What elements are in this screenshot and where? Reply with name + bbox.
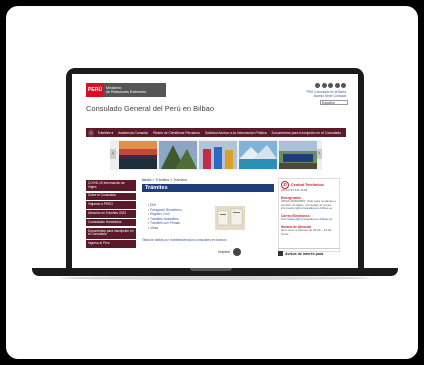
phone-number: (0034) 94 441 2245: [281, 188, 308, 192]
breadcrumb-rest: » Trámites » Trámites: [151, 178, 187, 182]
twitter-icon[interactable]: [321, 83, 327, 88]
emergency-email[interactable]: informacion@consuladoperu-bilbao.es: [281, 207, 337, 211]
nav-item-solicitud[interactable]: Solicitud Acceso a la Información Públic…: [205, 131, 267, 135]
breadcrumb: Inicio » Trámites » Trámites: [142, 178, 274, 182]
avisos-panel: Avisos de interés para: [278, 248, 340, 268]
breadcrumb-home[interactable]: Inicio: [142, 178, 151, 182]
youtube-icon[interactable]: [328, 83, 333, 88]
page-title: Trámites: [142, 184, 274, 192]
laptop-notch: [190, 268, 232, 271]
site-title: Consulado General del Perú en Bilbao: [86, 104, 215, 113]
site-header: PERÚ Ministerio de Relaciones Exteriores…: [72, 74, 358, 126]
slide-sunset[interactable]: [119, 141, 157, 169]
ministry-logo[interactable]: PERÚ Ministerio de Relaciones Exteriores: [86, 83, 166, 97]
sidebar: COVID-19 Información de Viajes Sobre el …: [86, 180, 136, 249]
main-nav: ⌂ Trámites ▾ Asistencia Consular Redes d…: [86, 128, 346, 137]
header-links: PRO Consulado en la Barra Acceso Sede Co…: [306, 90, 346, 98]
ministry-logo-text: Ministerio de Relaciones Exteriores: [104, 83, 166, 97]
sidebar-item-covid[interactable]: COVID-19 Información de Viajes: [86, 180, 136, 192]
social-icons: [315, 83, 346, 88]
hours-text: Del Lunes a Viernes de 09:00 – 13:00 hor…: [281, 227, 332, 236]
slide-machu-picchu[interactable]: [159, 141, 197, 169]
link-visas[interactable]: Visas: [148, 226, 182, 231]
website-screen: PERÚ Ministerio de Relaciones Exteriores…: [72, 74, 358, 268]
nav-item-asistencia[interactable]: Asistencia Consular: [118, 131, 148, 135]
sidebar-item-atencion[interactable]: Atención en Trámites 2023: [86, 210, 136, 218]
sidebar-item-documentos[interactable]: Documentos para inscripción en el Consul…: [86, 227, 136, 239]
tramites-links: DNI Pasaporte Biométrico Registro Civil …: [148, 203, 182, 231]
tramites-image: [215, 206, 245, 230]
peru-logo-mark: PERÚ: [86, 83, 104, 97]
flickr-icon[interactable]: [341, 83, 346, 88]
tarifas-link[interactable]: Tabla de tarifas por trámites/servicios …: [142, 238, 227, 242]
sidebar-item-honorarios[interactable]: Consulados Honorarios: [86, 218, 136, 227]
header-link-access[interactable]: Acceso Sede Consular: [306, 94, 346, 98]
nav-item-tramites[interactable]: Trámites ▾: [97, 131, 113, 135]
nav-item-redes[interactable]: Redes de Científicos Peruanos: [153, 131, 200, 135]
main-content: Inicio » Trámites » Trámites Trámites DN…: [142, 178, 274, 256]
slide-traditional-dress[interactable]: [199, 141, 237, 169]
carousel-slides: [119, 141, 317, 169]
contact-panel: ✆ Central Telefónica (0034) 94 441 2245 …: [278, 178, 340, 252]
facebook-icon[interactable]: [315, 83, 320, 88]
slide-train[interactable]: [279, 141, 317, 169]
sidebar-item-ingreso[interactable]: Ingreso al Perú: [86, 240, 136, 248]
avisos-heading: Avisos de interés para: [278, 251, 340, 256]
home-icon[interactable]: ⌂: [88, 128, 95, 137]
print-icon: [233, 248, 242, 256]
slide-mountain-lake[interactable]: [239, 141, 277, 169]
sidebar-item-sobre[interactable]: Sobre el Consulado: [86, 192, 136, 200]
carousel-prev-button[interactable]: ‹: [110, 149, 116, 159]
instagram-icon[interactable]: [334, 83, 340, 88]
email-link[interactable]: informacion@consuladoperu-bilbao.es: [281, 217, 337, 222]
language-select[interactable]: Español: [320, 100, 348, 105]
nav-item-documentos[interactable]: Documentos para Inscripción en el Consul…: [272, 131, 341, 135]
laptop-shadow: [60, 276, 370, 280]
sidebar-item-viajando[interactable]: Viajando a PERÚ: [86, 201, 136, 209]
print-control[interactable]: Imprimir: [218, 248, 242, 256]
print-label: Imprimir: [218, 250, 231, 254]
avisos-icon: [278, 251, 283, 256]
